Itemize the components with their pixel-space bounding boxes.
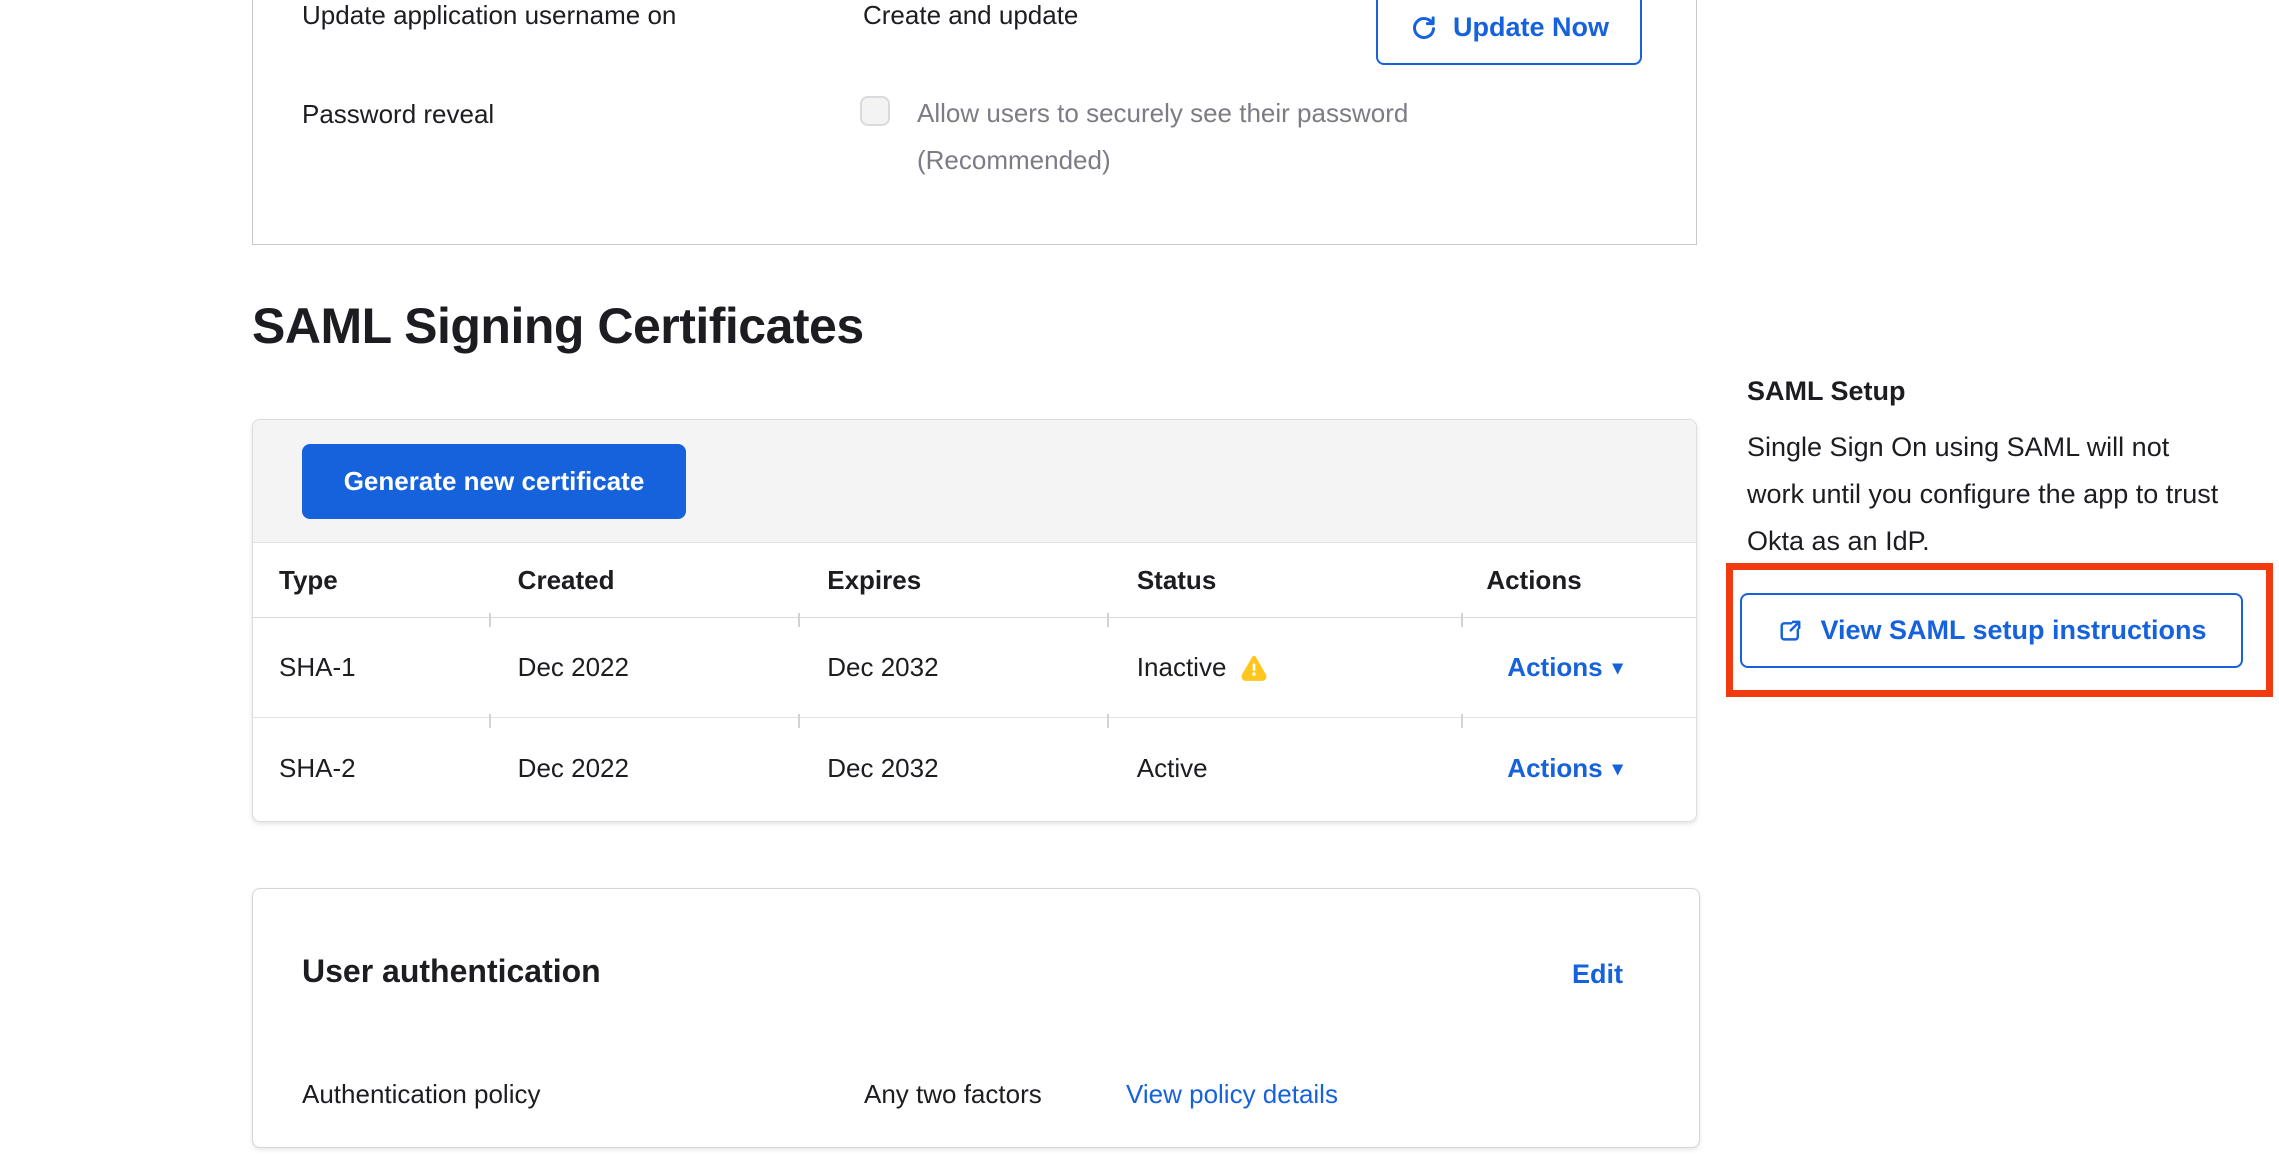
saml-setup-description: Single Sign On using SAML will not work …	[1747, 424, 2227, 565]
column-divider-tick	[1461, 714, 1463, 728]
column-divider-tick	[489, 714, 491, 728]
table-row-sha2: SHA-2 Dec 2022 Dec 2032 Active Actions ▾	[253, 718, 1696, 818]
update-now-button[interactable]: Update Now	[1376, 0, 1642, 65]
actions-dropdown-sha2[interactable]: Actions ▾	[1507, 753, 1622, 784]
refresh-icon	[1409, 13, 1439, 43]
actions-label: Actions	[1507, 753, 1602, 784]
cell-created: Dec 2022	[489, 753, 798, 784]
chevron-down-icon: ▾	[1613, 655, 1623, 680]
header-expires: Expires	[797, 565, 1106, 596]
cell-expires: Dec 2032	[797, 652, 1106, 683]
cell-created: Dec 2022	[489, 652, 798, 683]
password-reveal-checkbox[interactable]	[860, 96, 890, 126]
cell-expires: Dec 2032	[797, 753, 1106, 784]
update-username-label: Update application username on	[302, 0, 676, 31]
cell-status: Active	[1106, 753, 1460, 784]
password-reveal-checkbox-label: Allow users to securely see their passwo…	[917, 90, 1477, 184]
column-divider-tick	[1107, 613, 1109, 627]
column-divider-tick	[1107, 714, 1109, 728]
user-authentication-card: User authentication Edit Authentication …	[252, 888, 1700, 1148]
column-divider-tick	[798, 714, 800, 728]
view-saml-instructions-label: View SAML setup instructions	[1820, 615, 2206, 646]
header-type: Type	[253, 565, 489, 596]
edit-link[interactable]: Edit	[1572, 959, 1623, 990]
certificates-toolbar: Generate new certificate	[253, 420, 1696, 543]
authentication-policy-value: Any two factors	[864, 1079, 1042, 1110]
status-text: Inactive	[1137, 652, 1227, 683]
okta-app-settings-page: Update application username on Create an…	[0, 0, 2279, 1158]
view-saml-instructions-button[interactable]: View SAML setup instructions	[1740, 593, 2243, 668]
password-reveal-label: Password reveal	[302, 99, 494, 130]
cell-type: SHA-2	[253, 753, 489, 784]
certificates-table-header: Type Created Expires Status Actions	[253, 543, 1696, 618]
chevron-down-icon: ▾	[1613, 756, 1623, 781]
actions-label: Actions	[1507, 652, 1602, 683]
column-divider-tick	[798, 613, 800, 627]
warning-icon	[1240, 654, 1268, 682]
status-text: Active	[1137, 753, 1208, 784]
header-created: Created	[489, 565, 798, 596]
generate-certificate-button[interactable]: Generate new certificate	[302, 444, 686, 519]
view-policy-details-link[interactable]: View policy details	[1126, 1079, 1338, 1110]
column-divider-tick	[1461, 613, 1463, 627]
saml-certificates-card: Generate new certificate Type Created Ex…	[252, 419, 1697, 822]
update-now-label: Update Now	[1453, 12, 1609, 43]
actions-dropdown-sha1[interactable]: Actions ▾	[1507, 652, 1622, 683]
authentication-policy-label: Authentication policy	[302, 1079, 540, 1110]
header-actions: Actions	[1459, 565, 1696, 596]
page-title: SAML Signing Certificates	[252, 297, 864, 355]
saml-setup-heading: SAML Setup	[1747, 376, 1906, 407]
table-row-sha1: SHA-1 Dec 2022 Dec 2032 Inactive Actions…	[253, 618, 1696, 718]
cell-type: SHA-1	[253, 652, 489, 683]
header-status: Status	[1106, 565, 1460, 596]
column-divider-tick	[489, 613, 491, 627]
cell-status: Inactive	[1106, 652, 1460, 683]
user-authentication-title: User authentication	[302, 953, 601, 990]
external-link-icon	[1776, 617, 1804, 645]
update-username-value: Create and update	[863, 0, 1078, 31]
